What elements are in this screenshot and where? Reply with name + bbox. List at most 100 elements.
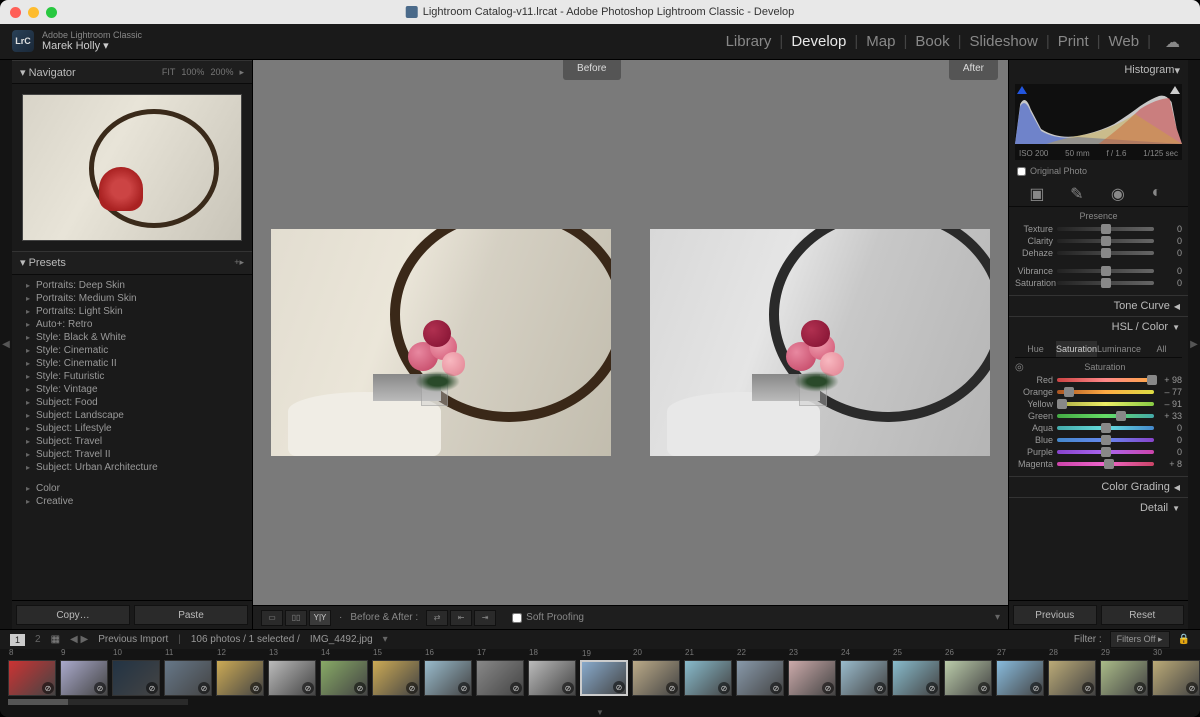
preset-item[interactable]: Subject: Lifestyle	[12, 422, 252, 435]
maximize-icon[interactable]	[46, 7, 57, 18]
module-web[interactable]: Web	[1101, 33, 1148, 50]
slider-purple[interactable]: Purple0	[1015, 446, 1182, 458]
presets-header[interactable]: ▾ Presets +▸	[12, 251, 252, 275]
reset-button[interactable]: Reset	[1101, 605, 1185, 625]
username[interactable]: Marek Holly	[42, 40, 100, 52]
copy-before-icon[interactable]: ⇤	[450, 610, 472, 626]
hsl-header[interactable]: HSL / Color▼	[1009, 317, 1188, 337]
thumb[interactable]: 13⊘	[268, 660, 316, 696]
histogram[interactable]: ISO 200 50 mm f / 1.6 1/125 sec	[1015, 84, 1182, 160]
redeye-tool-icon[interactable]: ◉	[1111, 184, 1127, 200]
slider-vibrance[interactable]: Vibrance0	[1015, 265, 1182, 277]
filmstrip-nav-icon[interactable]: ◀ ▶	[70, 634, 88, 645]
cloud-sync-icon[interactable]: ☁	[1157, 33, 1188, 51]
preset-item[interactable]: Subject: Urban Architecture	[12, 461, 252, 474]
preset-item[interactable]: Portraits: Medium Skin	[12, 292, 252, 305]
module-print[interactable]: Print	[1050, 33, 1097, 50]
slider-aqua[interactable]: Aqua0	[1015, 422, 1182, 434]
thumb[interactable]: 28⊘	[1048, 660, 1096, 696]
thumb[interactable]: 16⊘	[424, 660, 472, 696]
thumb[interactable]: 8⊘	[8, 660, 56, 696]
target-adjust-icon[interactable]: ◎	[1015, 362, 1024, 373]
bottom-edge-toggle[interactable]: ▼	[0, 707, 1200, 717]
thumb[interactable]: 14⊘	[320, 660, 368, 696]
before-after-icon[interactable]: Y|Y	[309, 610, 331, 626]
thumb[interactable]: 25⊘	[892, 660, 940, 696]
thumb[interactable]: 27⊘	[996, 660, 1044, 696]
preset-group[interactable]: Color	[12, 482, 252, 495]
thumb[interactable]: 21⊘	[684, 660, 732, 696]
tone-curve-header[interactable]: Tone Curve◀	[1009, 296, 1188, 316]
slider-magenta[interactable]: Magenta+ 8	[1015, 458, 1182, 470]
thumb[interactable]: 18⊘	[528, 660, 576, 696]
preset-item[interactable]: Portraits: Light Skin	[12, 305, 252, 318]
flag-dropdown-icon[interactable]: ▾	[995, 612, 1000, 623]
shadow-clip-icon[interactable]	[1017, 86, 1027, 94]
hsl-tab-all[interactable]: All	[1141, 341, 1182, 357]
thumb[interactable]: 11⊘	[164, 660, 212, 696]
swap-icon[interactable]: ⇄	[426, 610, 448, 626]
loupe-view-icon[interactable]: ▭	[261, 610, 283, 626]
original-photo-toggle[interactable]: Original Photo	[1009, 164, 1188, 178]
nav-zoom-100[interactable]: 100%	[181, 67, 204, 77]
thumb[interactable]: 29⊘	[1100, 660, 1148, 696]
preset-group[interactable]: Creative	[12, 495, 252, 508]
minimize-icon[interactable]	[28, 7, 39, 18]
slider-dehaze[interactable]: Dehaze0	[1015, 247, 1182, 259]
soft-proofing-toggle[interactable]: Soft Proofing	[512, 612, 584, 623]
module-develop[interactable]: Develop	[783, 33, 854, 50]
preset-item[interactable]: Subject: Travel II	[12, 448, 252, 461]
module-book[interactable]: Book	[907, 33, 957, 50]
mask-tool-icon[interactable]: ◐	[1152, 184, 1168, 200]
grid-toggle-icon[interactable]: ▦	[51, 634, 60, 645]
thumb[interactable]: 10⊘	[112, 660, 160, 696]
nav-zoom-200[interactable]: 200%	[210, 67, 233, 77]
preset-item[interactable]: Style: Cinematic	[12, 344, 252, 357]
histogram-header[interactable]: Histogram ▾	[1009, 60, 1188, 80]
navigator-preview[interactable]	[12, 84, 252, 251]
thumb[interactable]: 19⊘	[580, 660, 628, 696]
thumb[interactable]: 24⊘	[840, 660, 888, 696]
slider-orange[interactable]: Orange– 77	[1015, 386, 1182, 398]
previous-button[interactable]: Previous	[1013, 605, 1097, 625]
thumb[interactable]: 12⊘	[216, 660, 264, 696]
module-slideshow[interactable]: Slideshow	[961, 33, 1045, 50]
slider-yellow[interactable]: Yellow– 91	[1015, 398, 1182, 410]
navigator-header[interactable]: ▾ Navigator FIT 100% 200% ▸	[12, 60, 252, 84]
crop-tool-icon[interactable]: ▣	[1029, 184, 1045, 200]
filmstrip-scrollbar[interactable]	[8, 699, 188, 705]
add-preset-icon[interactable]: +▸	[234, 257, 244, 268]
nav-fit[interactable]: FIT	[162, 67, 176, 77]
hsl-tab-luminance[interactable]: Luminance	[1097, 341, 1141, 357]
copy-button[interactable]: Copy…	[16, 605, 130, 625]
preset-item[interactable]: Style: Cinematic II	[12, 357, 252, 370]
thumb[interactable]: 26⊘	[944, 660, 992, 696]
preset-item[interactable]: Portraits: Deep Skin	[12, 279, 252, 292]
thumb[interactable]: 17⊘	[476, 660, 524, 696]
primary-display[interactable]: 1	[10, 634, 25, 646]
highlight-clip-icon[interactable]	[1170, 86, 1180, 94]
thumb[interactable]: 20⊘	[632, 660, 680, 696]
filmstrip-filename[interactable]: IMG_4492.jpg	[310, 634, 373, 645]
photo-after[interactable]	[650, 229, 990, 456]
paste-button[interactable]: Paste	[134, 605, 248, 625]
thumb[interactable]: 23⊘	[788, 660, 836, 696]
thumb[interactable]: 22⊘	[736, 660, 784, 696]
preset-item[interactable]: Subject: Travel	[12, 435, 252, 448]
thumb[interactable]: 9⊘	[60, 660, 108, 696]
slider-clarity[interactable]: Clarity0	[1015, 235, 1182, 247]
secondary-display[interactable]: 2	[35, 634, 41, 645]
preset-item[interactable]: Style: Vintage	[12, 383, 252, 396]
left-edge-toggle[interactable]: ◀	[0, 60, 12, 629]
preset-item[interactable]: Subject: Landscape	[12, 409, 252, 422]
filter-select[interactable]: Filters Off ▸	[1110, 631, 1170, 648]
detail-header[interactable]: Detail▼	[1009, 498, 1188, 518]
close-icon[interactable]	[10, 7, 21, 18]
compare-view-icon[interactable]: ▯▯	[285, 610, 307, 626]
thumb[interactable]: 15⊘	[372, 660, 420, 696]
preset-item[interactable]: Style: Futuristic	[12, 370, 252, 383]
hsl-tab-hue[interactable]: Hue	[1015, 341, 1056, 357]
copy-after-icon[interactable]: ⇥	[474, 610, 496, 626]
color-grading-header[interactable]: Color Grading◀	[1009, 477, 1188, 497]
slider-blue[interactable]: Blue0	[1015, 434, 1182, 446]
